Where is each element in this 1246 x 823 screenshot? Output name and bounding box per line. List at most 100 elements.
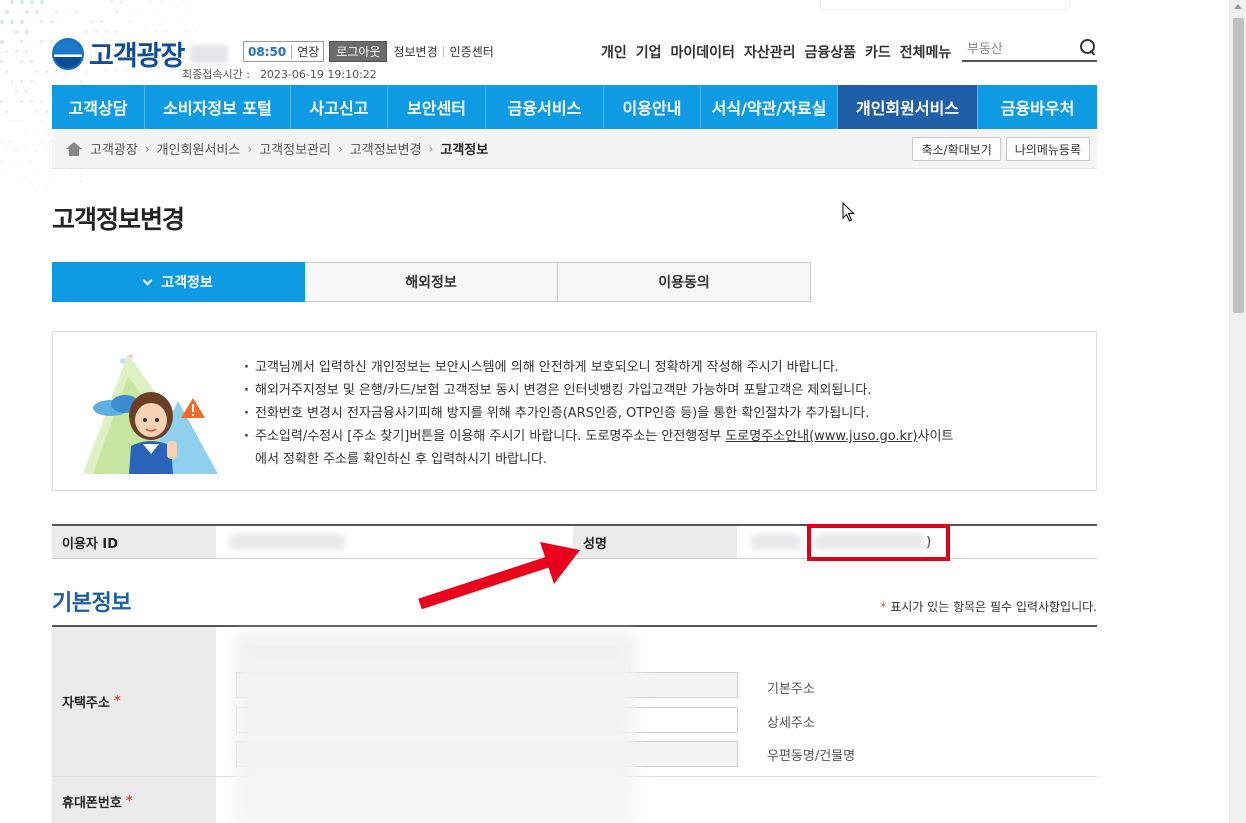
background-dot (20, 120, 22, 122)
section-title-basic: 기본정보 (52, 585, 131, 617)
background-dot (45, 70, 48, 73)
background-dot (35, 150, 37, 152)
tab-customer-info[interactable]: 고객정보 (52, 262, 305, 302)
tab-overseas-info[interactable]: 해외정보 (305, 262, 558, 302)
breadcrumb-item[interactable]: 고객정보관리 (259, 139, 331, 158)
breadcrumb-item[interactable]: 개인회원서비스 (157, 139, 241, 158)
nav-item-consult[interactable]: 고객상담 (52, 85, 145, 129)
background-dot (30, 80, 33, 83)
background-dot (10, 140, 12, 142)
background-dot (15, 190, 17, 192)
background-dot (45, 130, 47, 132)
background-dot (0, 100, 3, 103)
background-dot (20, 40, 23, 43)
highlight-box (807, 524, 950, 561)
background-dot (25, 210, 26, 211)
logout-button[interactable]: 로그아웃 (329, 41, 387, 62)
breadcrumb-item[interactable]: 고객광장 (90, 139, 138, 158)
search-icon[interactable] (1079, 38, 1097, 56)
page-title: 고객정보변경 (52, 200, 184, 236)
breadcrumb-current: 고객정보 (440, 139, 488, 158)
background-dot (20, 160, 22, 162)
customer-service-illustration-icon (83, 346, 218, 476)
background-dot (5, 10, 9, 14)
redacted-user-id (230, 534, 345, 550)
background-dot (135, 190, 136, 191)
background-dot (15, 90, 18, 93)
breadcrumb-item[interactable]: 고객정보변경 (350, 139, 422, 158)
background-dot (0, 60, 3, 63)
name-value: ( ) (737, 526, 1097, 558)
background-dot (20, 60, 23, 63)
background-dot (95, 190, 96, 191)
gnb-all-menu[interactable]: 전체메뉴 (900, 42, 952, 62)
scroll-up-icon[interactable] (1234, 4, 1242, 9)
notice-box: 고객님께서 입력하신 개인정보는 보안시스템에 의해 안전하게 보호되오니 정확… (52, 331, 1097, 491)
header: 고객광장 08:50 연장 로그아웃 정보변경 인증센터 최종접속시간 :202… (52, 0, 1097, 85)
mobile-label: 휴대폰번호 * (52, 777, 216, 823)
background-dot (25, 90, 28, 93)
detail-address-label: 상세주소 (767, 712, 815, 731)
background-dot (50, 220, 51, 221)
background-dot (40, 100, 43, 103)
background-dot (0, 20, 4, 24)
info-change-link[interactable]: 정보변경 (393, 43, 437, 60)
background-dot (25, 30, 29, 34)
background-dot (5, 210, 6, 211)
nav-item-voucher[interactable]: 금융바우처 (978, 85, 1097, 129)
nav-item-forms[interactable]: 서식/약관/자료실 (701, 85, 838, 129)
main-nav: 고객상담 소비자정보 포털 사고신고 보안센터 금융서비스 이용안내 서식/약관… (52, 85, 1097, 129)
background-dot (100, 180, 101, 181)
gnb-mydata[interactable]: 마이데이터 (671, 42, 735, 62)
gnb-corporate[interactable]: 기업 (636, 42, 662, 62)
background-dot (90, 180, 91, 181)
background-dot (0, 220, 1, 221)
nav-item-consumer-portal[interactable]: 소비자정보 포털 (145, 85, 291, 129)
nav-item-accident[interactable]: 사고신고 (291, 85, 388, 129)
background-dot (40, 140, 42, 142)
scrollbar-thumb[interactable] (1233, 18, 1244, 313)
breadcrumb: 고객광장 › 개인회원서비스 › 고객정보관리 › 고객정보변경 › 고객정보 … (52, 129, 1097, 169)
page-container: 고객광장 08:50 연장 로그아웃 정보변경 인증센터 최종접속시간 :202… (52, 0, 1097, 169)
tab-consent[interactable]: 이용동의 (558, 262, 811, 302)
background-dot (5, 150, 7, 152)
zoom-button[interactable]: 축소/확대보기 (912, 137, 1000, 161)
redacted-personal-info (234, 633, 636, 823)
vertical-scrollbar[interactable] (1229, 0, 1246, 823)
search-box[interactable]: 부동산 (962, 34, 1097, 62)
background-dot (40, 120, 42, 122)
name-label: 성명 (573, 526, 737, 558)
background-dot (25, 50, 28, 53)
tab-bar: 고객정보 해외정보 이용동의 (52, 262, 811, 302)
required-note: * 표시가 있는 항목은 필수 입력사항입니다. (880, 598, 1097, 615)
home-icon[interactable] (66, 142, 82, 156)
background-dot (25, 10, 29, 14)
background-dot (25, 150, 27, 152)
nav-item-member-service[interactable]: 개인회원서비스 (838, 85, 978, 129)
nav-item-financial[interactable]: 금융서비스 (486, 85, 604, 129)
gnb-personal[interactable]: 개인 (601, 42, 627, 62)
background-dot (85, 170, 87, 172)
nav-item-security[interactable]: 보안센터 (388, 85, 486, 129)
road-address-link[interactable]: 도로명주소안내 (725, 429, 809, 444)
gnb-card[interactable]: 카드 (865, 42, 891, 62)
add-my-menu-button[interactable]: 나의메뉴등록 (1006, 137, 1090, 161)
background-dot (10, 160, 12, 162)
basic-info-table: 자택주소 * 기본주소 상세주소 우편동명/건물명 휴대폰번호 * (52, 625, 1097, 823)
session-timer: 08:50 연장 (243, 41, 324, 62)
auth-center-link[interactable]: 인증센터 (450, 43, 494, 60)
background-dot (0, 40, 4, 44)
logo-mark-icon (52, 38, 84, 70)
search-input[interactable]: 부동산 (962, 38, 1079, 57)
chevron-right-icon: › (247, 142, 252, 156)
gnb-products[interactable]: 금융상품 (804, 42, 856, 62)
background-dot (0, 160, 2, 162)
background-dot (10, 120, 12, 122)
juso-url-link[interactable]: (www.juso.go.kr) (809, 429, 917, 444)
extend-button[interactable]: 연장 (297, 43, 319, 60)
nav-item-guide[interactable]: 이용안내 (604, 85, 701, 129)
background-dot (15, 50, 18, 53)
gnb-asset[interactable]: 자산관리 (744, 42, 796, 62)
building-name-label: 우편동명/건물명 (767, 745, 855, 764)
notice-list: 고객님께서 입력하신 개인정보는 보안시스템에 의해 안전하게 보호되오니 정확… (241, 356, 953, 471)
